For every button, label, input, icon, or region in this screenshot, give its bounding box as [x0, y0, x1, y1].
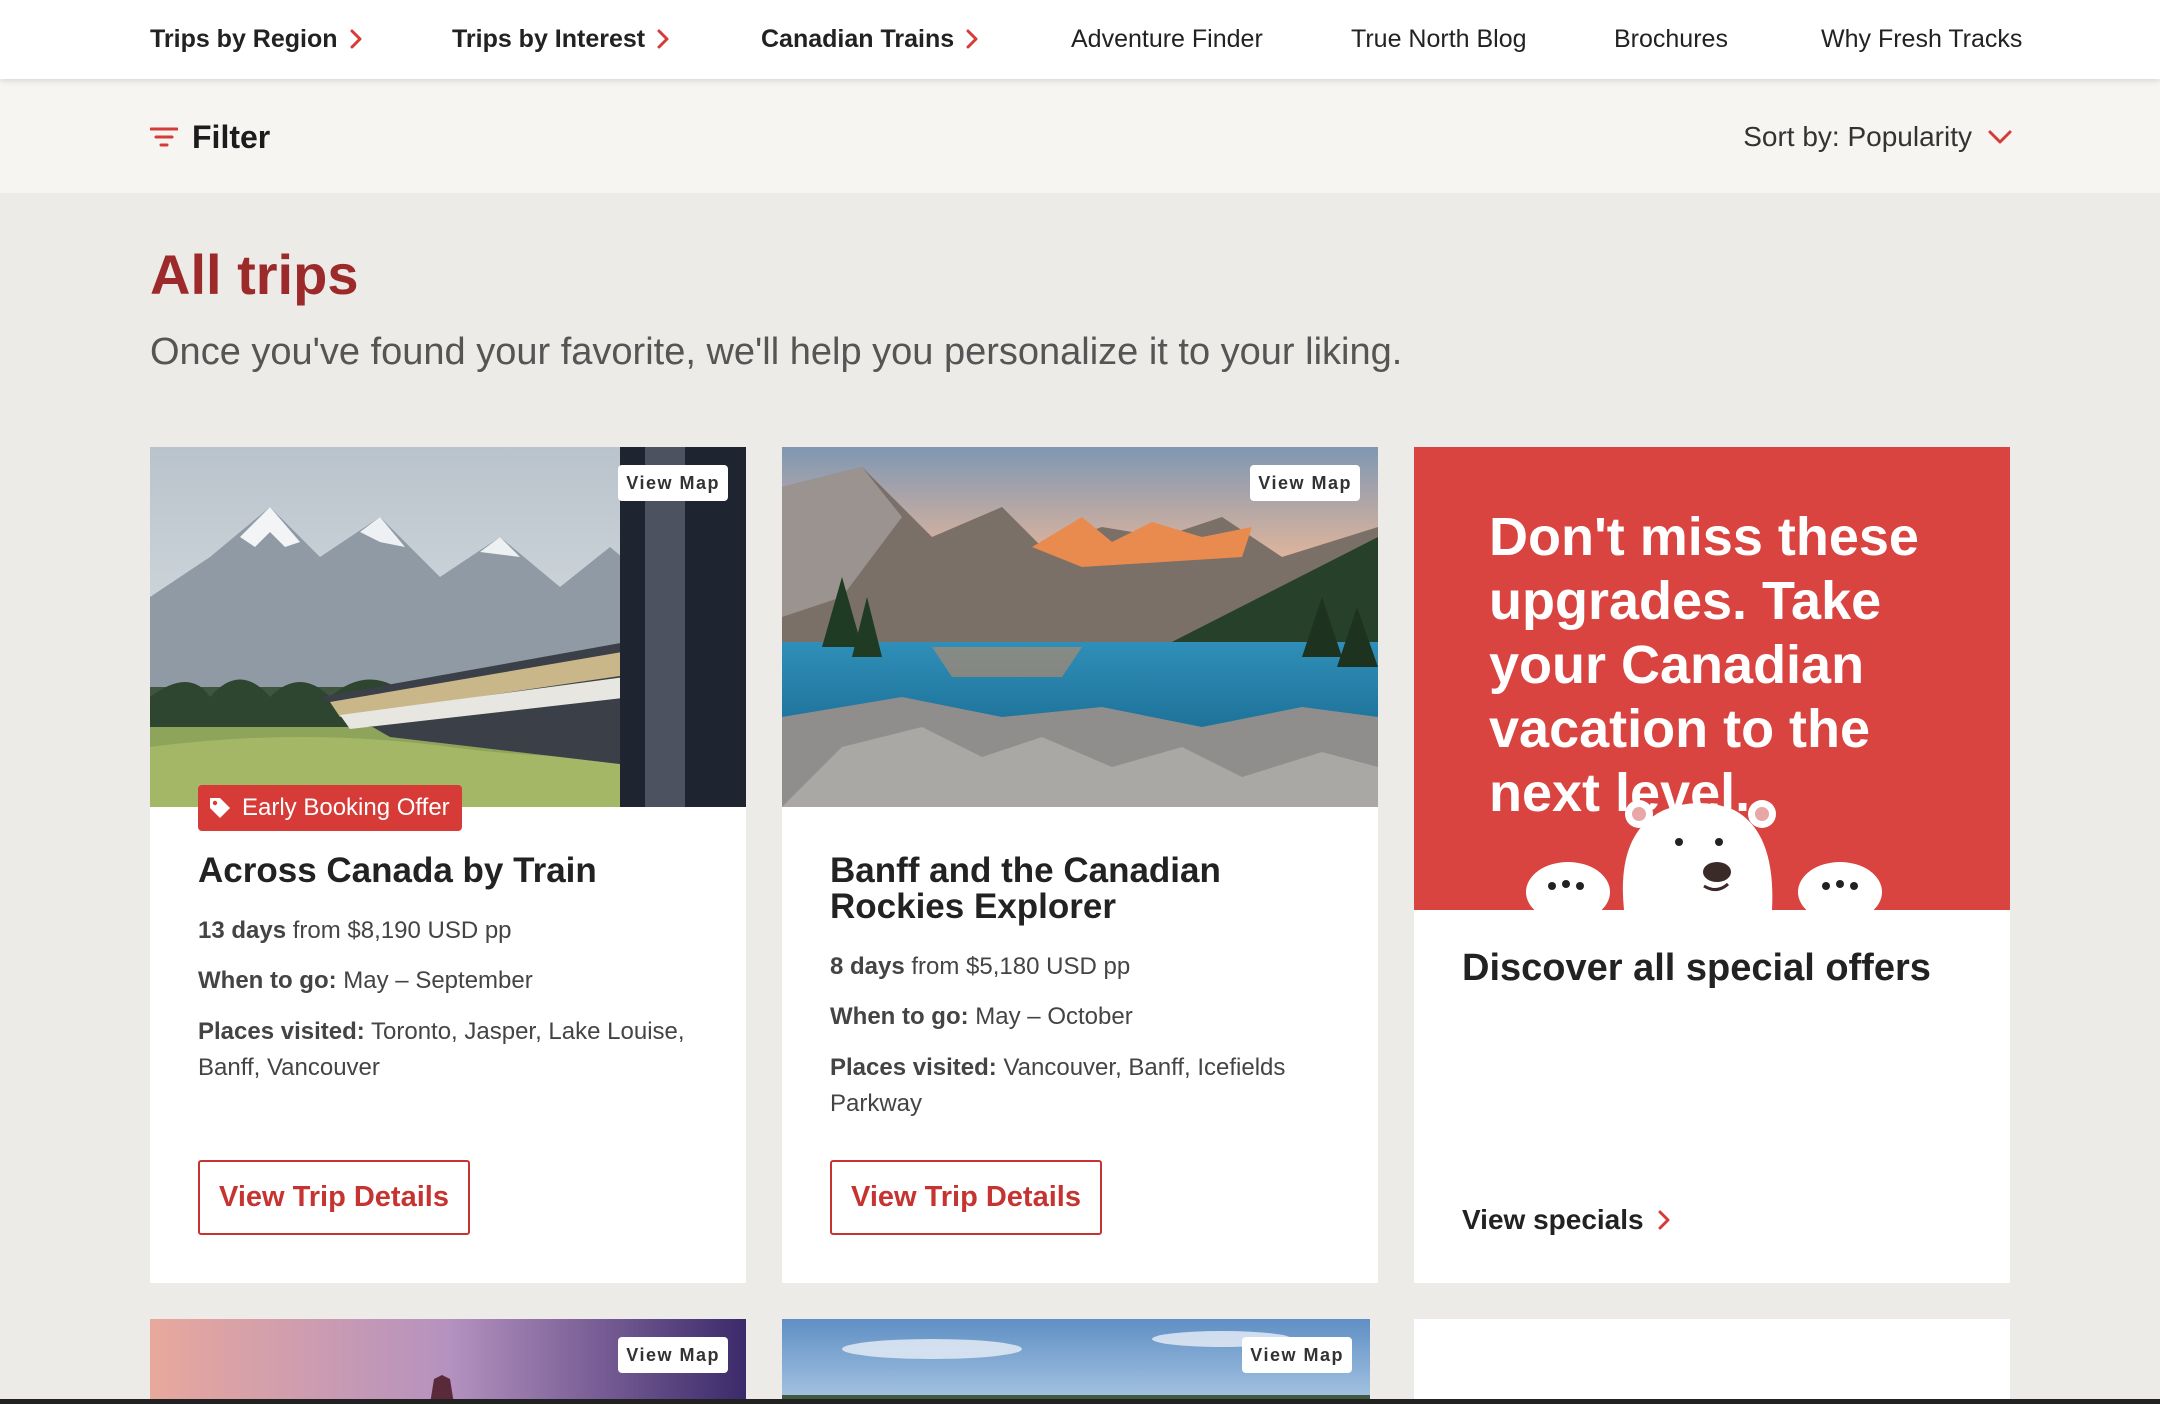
- filter-bar: Filter Sort by: Popularity: [0, 79, 2160, 193]
- trip-card-next-1: View Map: [150, 1319, 746, 1404]
- sort-label: Sort by: Popularity: [1743, 121, 1972, 152]
- trip-title[interactable]: Across Canada by Train: [198, 853, 597, 889]
- nav-label: Brochures: [1614, 24, 1728, 53]
- view-trip-details-button[interactable]: View Trip Details: [830, 1160, 1102, 1235]
- trip-card-next-2: View Map: [782, 1319, 1370, 1404]
- nav-canadian-trains[interactable]: Canadian Trains: [761, 22, 978, 56]
- promo-banner: Don't miss these upgrades. Take your Can…: [1414, 447, 2010, 910]
- view-specials-label: View specials: [1462, 1204, 1644, 1235]
- trip-duration-price: 8 days from $5,180 USD pp: [830, 949, 1338, 985]
- when-label: When to go:: [198, 967, 337, 994]
- view-map-button[interactable]: View Map: [618, 1337, 728, 1373]
- polar-bear-mascot-icon: [1526, 800, 1882, 910]
- nav-trips-by-interest[interactable]: Trips by Interest: [452, 22, 669, 56]
- nav-brochures[interactable]: Brochures: [1614, 22, 1728, 56]
- trip-days: 8 days: [830, 953, 905, 980]
- nav-why-fresh-tracks[interactable]: Why Fresh Tracks: [1821, 22, 2022, 56]
- trip-when: When to go: May – October: [830, 999, 1338, 1035]
- trip-card-banff: View Map Banff and the Canadian Rockies …: [782, 447, 1378, 1283]
- places-label: Places visited:: [198, 1018, 365, 1045]
- filter-label: Filter: [192, 118, 271, 155]
- nav-label: Trips by Interest: [452, 24, 646, 53]
- nav-label: True North Blog: [1351, 24, 1527, 53]
- view-map-button[interactable]: View Map: [1242, 1337, 1352, 1373]
- view-map-button[interactable]: View Map: [1250, 465, 1360, 501]
- page-title: All trips: [150, 243, 359, 306]
- trip-image-lake[interactable]: View Map: [782, 447, 1378, 807]
- special-offers-card: Don't miss these upgrades. Take your Can…: [1414, 447, 2010, 1283]
- chevron-right-icon: [657, 29, 669, 49]
- nav-label: Canadian Trains: [761, 24, 955, 53]
- sort-dropdown[interactable]: Sort by: Popularity: [1743, 119, 2012, 155]
- trip-image-sky[interactable]: View Map: [782, 1319, 1370, 1404]
- nav-adventure-finder[interactable]: Adventure Finder: [1071, 22, 1263, 56]
- places-label: Places visited:: [830, 1054, 997, 1081]
- trip-places: Places visited: Vancouver, Banff, Icefie…: [830, 1050, 1338, 1122]
- nav-trips-by-region[interactable]: Trips by Region: [150, 22, 362, 56]
- when-value: May – October: [975, 1003, 1133, 1030]
- promo-offers-title: Discover all special offers: [1462, 947, 1931, 989]
- top-navigation: Trips by Region Trips by Interest Canadi…: [0, 0, 2160, 79]
- when-label: When to go:: [830, 1003, 969, 1030]
- nav-true-north-blog[interactable]: True North Blog: [1351, 22, 1527, 56]
- chevron-down-icon: [1988, 130, 2012, 144]
- trip-title-line-2: Rockies Explorer: [830, 887, 1116, 926]
- page-subtitle: Once you've found your favorite, we'll h…: [150, 331, 1403, 373]
- promo-headline: Don't miss these upgrades. Take your Can…: [1489, 507, 1919, 823]
- nav-label: Why Fresh Tracks: [1821, 24, 2023, 53]
- trip-days: 13 days: [198, 917, 287, 944]
- trip-image-sunset[interactable]: View Map: [150, 1319, 746, 1404]
- filter-button[interactable]: Filter: [150, 119, 270, 155]
- trip-duration-price: 13 days from $8,190 USD pp: [198, 913, 706, 949]
- trip-when: When to go: May – September: [198, 963, 706, 999]
- when-value: May – September: [343, 967, 533, 994]
- trip-title[interactable]: Banff and the Canadian Rockies Explorer: [830, 853, 1221, 925]
- view-specials-link[interactable]: View specials: [1462, 1202, 1670, 1238]
- nav-label: Trips by Region: [150, 24, 338, 53]
- chevron-right-icon: [966, 29, 978, 49]
- filter-icon: [150, 127, 178, 147]
- view-trip-details-button[interactable]: View Trip Details: [198, 1160, 470, 1235]
- nav-label: Adventure Finder: [1071, 24, 1263, 53]
- trip-card-body: Across Canada by Train 13 days from $8,1…: [150, 447, 746, 1283]
- trip-title-line-1: Banff and the Canadian: [830, 851, 1221, 890]
- chevron-right-icon: [1658, 1210, 1670, 1230]
- trip-price: from $5,180 USD pp: [911, 953, 1131, 980]
- trip-price: from $8,190 USD pp: [292, 917, 512, 944]
- page-bottom-bar: [0, 1399, 2160, 1404]
- trip-places: Places visited: Toronto, Jasper, Lake Lo…: [198, 1014, 706, 1086]
- card-next-3: [1414, 1319, 2010, 1404]
- chevron-right-icon: [350, 29, 362, 49]
